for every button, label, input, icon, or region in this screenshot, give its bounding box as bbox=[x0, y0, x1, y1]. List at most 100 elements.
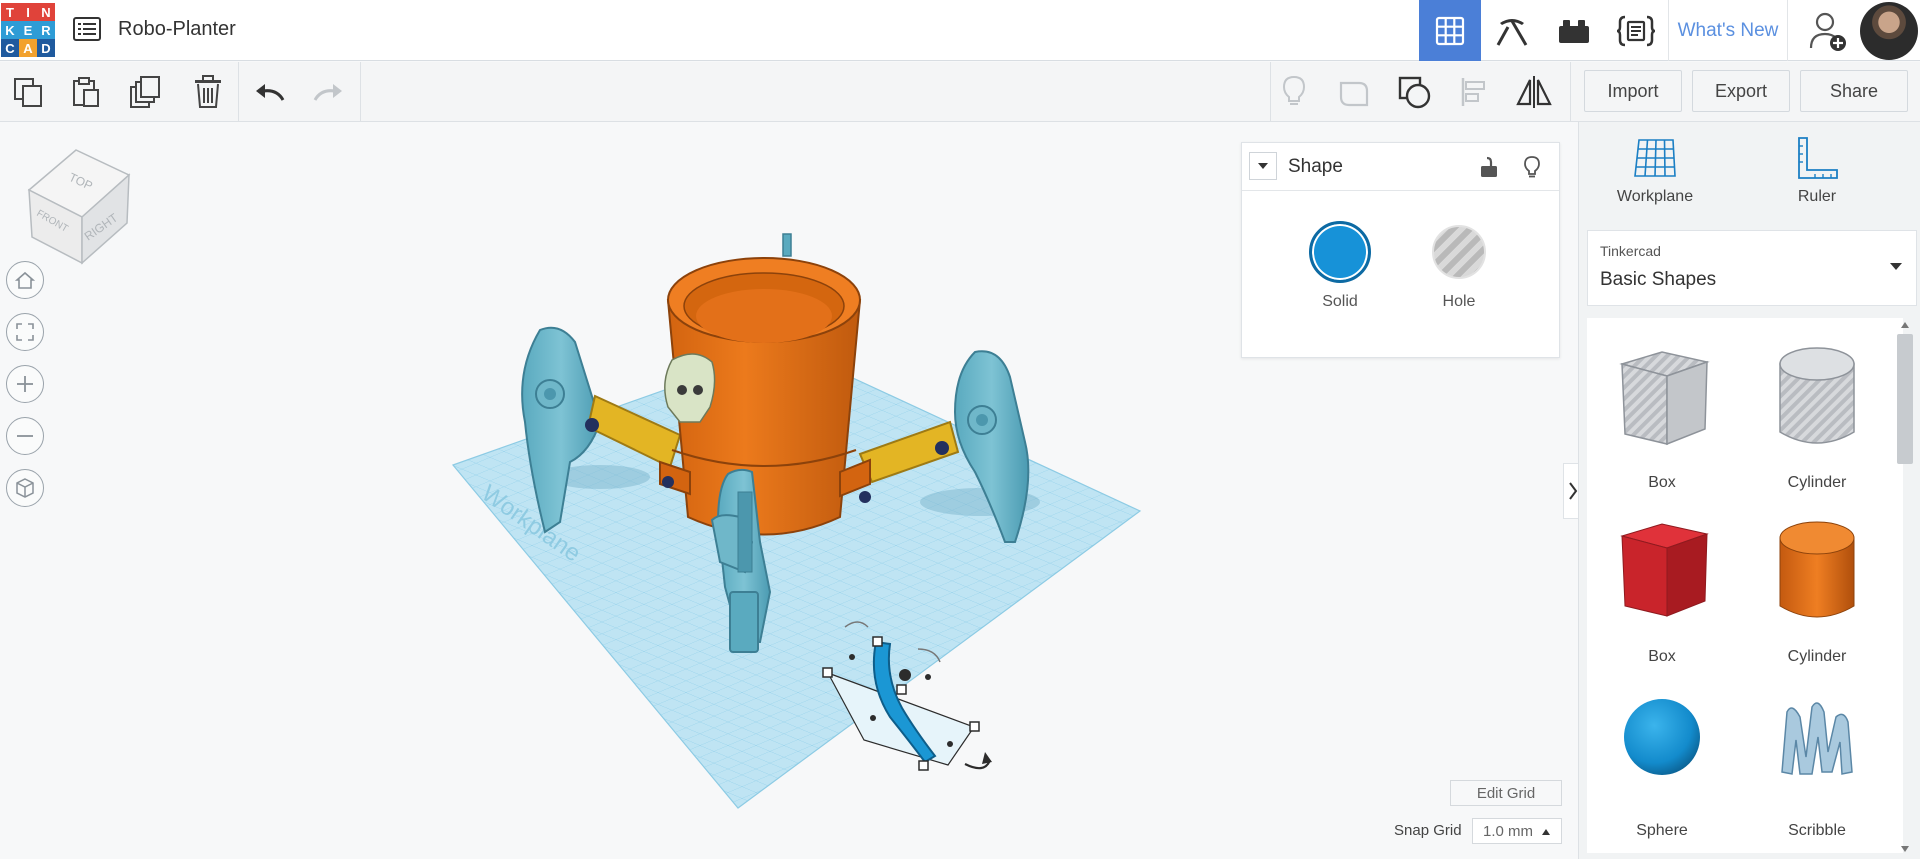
mirror-icon bbox=[1516, 76, 1552, 108]
minus-icon bbox=[17, 435, 33, 437]
hide-button[interactable] bbox=[1518, 153, 1546, 181]
edit-grid-button[interactable]: Edit Grid bbox=[1450, 780, 1562, 806]
resize-handle[interactable] bbox=[896, 684, 907, 695]
logo-letter: I bbox=[19, 3, 37, 21]
lightbulb-icon bbox=[1524, 156, 1540, 178]
box-icon bbox=[1620, 523, 1709, 617]
fit-icon bbox=[16, 323, 34, 341]
export-button[interactable]: Export bbox=[1692, 70, 1790, 112]
library-name: Basic Shapes bbox=[1600, 269, 1717, 290]
workplane-label: Workplane bbox=[1616, 188, 1694, 205]
shape-sphere[interactable]: Sphere bbox=[1587, 682, 1737, 852]
toolbar-divider bbox=[360, 62, 361, 122]
3d-design-view-button[interactable] bbox=[1419, 0, 1481, 61]
whats-new-link[interactable]: What's New bbox=[1668, 0, 1788, 61]
logo-letter: T bbox=[1, 3, 19, 21]
paste-button[interactable] bbox=[64, 70, 108, 114]
edit-toolbar: Import Export Share bbox=[0, 62, 1920, 122]
zoom-out-button[interactable] bbox=[6, 417, 44, 455]
grid-icon bbox=[1435, 16, 1465, 45]
shape-inspector: Shape Solid Hole bbox=[1241, 142, 1560, 358]
bolt bbox=[935, 441, 949, 455]
shape-cylinder[interactable]: Cylinder bbox=[1742, 508, 1892, 678]
shape-scribble[interactable]: Scribble bbox=[1742, 682, 1892, 852]
ruler-tool[interactable]: Ruler bbox=[1747, 134, 1887, 224]
lightbulb-icon bbox=[1282, 75, 1306, 105]
invite-user-button[interactable] bbox=[1800, 0, 1856, 61]
bricks-view-button[interactable] bbox=[1543, 0, 1605, 61]
mirror-button[interactable] bbox=[1512, 70, 1556, 114]
design-list-button[interactable] bbox=[70, 12, 104, 46]
caret-down-icon bbox=[1890, 263, 1902, 270]
hole-swatch[interactable] bbox=[1432, 225, 1486, 279]
shape-box[interactable]: Box bbox=[1587, 508, 1737, 678]
group-button[interactable] bbox=[1332, 70, 1376, 114]
undo-button[interactable] bbox=[248, 70, 292, 114]
tinkercad-logo[interactable]: TINKERCAD bbox=[1, 3, 55, 57]
cylinder-hole-icon bbox=[1779, 347, 1855, 444]
shapes-grid: Box Cylinder Box Cylinder Sphere Scribbl… bbox=[1587, 318, 1903, 853]
home-view-button[interactable] bbox=[6, 261, 44, 299]
resize-handle[interactable] bbox=[969, 721, 980, 732]
toolbar-divider bbox=[1570, 62, 1571, 122]
shapes-scrollbar[interactable] bbox=[1897, 322, 1913, 852]
scroll-up-icon[interactable] bbox=[1901, 322, 1909, 328]
duplicate-button[interactable] bbox=[124, 70, 168, 114]
snap-grid-select[interactable]: 1.0 mm bbox=[1472, 818, 1562, 844]
resize-handle[interactable] bbox=[822, 667, 833, 678]
shape-label: Sphere bbox=[1636, 822, 1688, 839]
design-title[interactable]: Robo-Planter bbox=[118, 18, 236, 41]
resize-handle[interactable] bbox=[872, 636, 883, 647]
solid-color-swatch[interactable] bbox=[1309, 221, 1371, 283]
solid-label: Solid bbox=[1322, 293, 1358, 310]
scroll-down-icon[interactable] bbox=[1901, 846, 1909, 852]
library-category: Tinkercad bbox=[1600, 243, 1661, 259]
inspector-collapse-button[interactable] bbox=[1249, 152, 1277, 180]
show-hidden-button[interactable] bbox=[1272, 70, 1316, 114]
right-panel: Workplane Ruler Tinkercad Basic Shapes B… bbox=[1578, 122, 1920, 859]
shape-label: Cylinder bbox=[1787, 474, 1847, 491]
share-button[interactable]: Share bbox=[1800, 70, 1908, 112]
delete-button[interactable] bbox=[186, 70, 230, 114]
align-button[interactable] bbox=[1452, 70, 1496, 114]
shape-cylinder-hole[interactable]: Cylinder bbox=[1742, 334, 1892, 504]
shape-label: Box bbox=[1648, 474, 1676, 491]
lock-button[interactable] bbox=[1475, 153, 1503, 181]
perspective-button[interactable] bbox=[6, 469, 44, 507]
logo-letter: N bbox=[37, 3, 55, 21]
redo-icon bbox=[313, 84, 342, 101]
copy-icon bbox=[14, 78, 42, 107]
import-button[interactable]: Import bbox=[1584, 70, 1682, 112]
caret-up-icon bbox=[1542, 829, 1550, 835]
cylinder-icon bbox=[1779, 521, 1855, 618]
logo-letter: E bbox=[19, 21, 37, 39]
codeblocks-view-button[interactable] bbox=[1605, 0, 1667, 61]
toolbar-divider bbox=[238, 62, 239, 122]
shape-label: Scribble bbox=[1788, 822, 1846, 839]
sphere-icon bbox=[1624, 699, 1700, 775]
shape-library-select[interactable]: Tinkercad Basic Shapes bbox=[1587, 230, 1917, 306]
shape-box-hole[interactable]: Box bbox=[1587, 334, 1737, 504]
codeblocks-icon bbox=[1616, 15, 1656, 46]
ungroup-button[interactable] bbox=[1392, 70, 1436, 114]
skull-decoration[interactable] bbox=[664, 353, 716, 423]
logo-letter: C bbox=[1, 39, 19, 57]
zoom-in-button[interactable] bbox=[6, 365, 44, 403]
ungroup-icon bbox=[1398, 76, 1431, 109]
view-cube[interactable]: TOP FRONT RIGHT bbox=[24, 145, 134, 265]
ruler-label: Ruler bbox=[1797, 188, 1837, 205]
copy-button[interactable] bbox=[6, 70, 50, 114]
plus-icon bbox=[17, 376, 33, 392]
user-avatar[interactable] bbox=[1860, 2, 1918, 60]
workplane-tool[interactable]: Workplane bbox=[1585, 134, 1725, 224]
add-user-icon bbox=[1809, 12, 1846, 51]
chevron-right-icon bbox=[1569, 482, 1578, 500]
shape-label: Cylinder bbox=[1787, 648, 1847, 665]
redo-button[interactable] bbox=[306, 70, 350, 114]
trash-icon bbox=[195, 75, 221, 108]
scroll-thumb[interactable] bbox=[1897, 334, 1913, 464]
blocks-view-button[interactable] bbox=[1481, 0, 1543, 61]
fit-view-button[interactable] bbox=[6, 313, 44, 351]
inspector-title: Shape bbox=[1288, 156, 1343, 177]
resize-handle[interactable] bbox=[918, 760, 929, 771]
